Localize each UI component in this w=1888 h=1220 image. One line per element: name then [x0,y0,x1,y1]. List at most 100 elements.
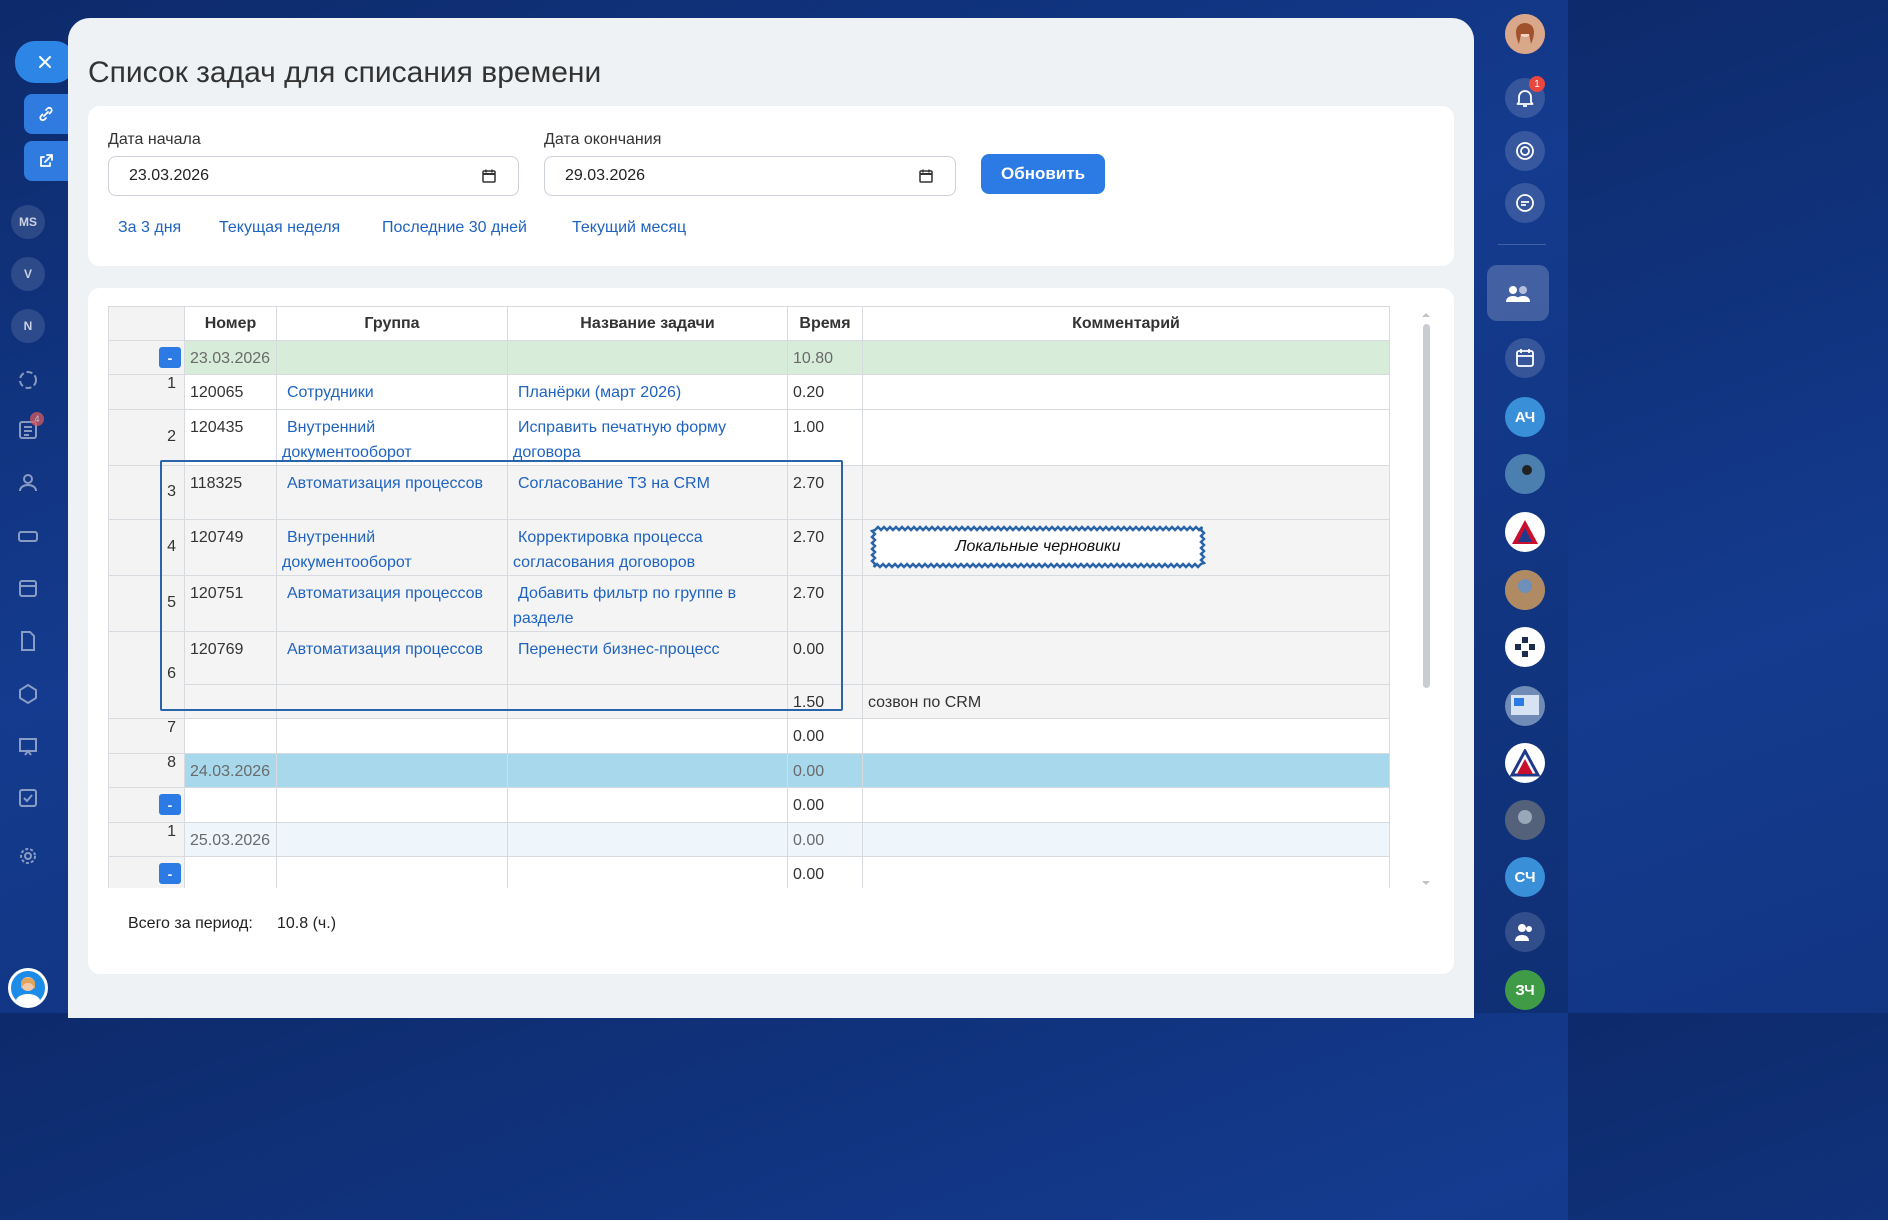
cell-task[interactable]: Исправить печатную форму договора [507,409,788,466]
group-v[interactable]: V [11,257,45,291]
scroll-down-arrow-icon[interactable] [1420,878,1432,888]
calendar-chat-button[interactable] [1505,338,1545,378]
group-link[interactable]: Автоматизация процессов [282,585,483,602]
cell-task[interactable]: Добавить фильтр по группе в разделе [507,575,788,632]
my-avatar[interactable] [1505,14,1545,54]
cell-task[interactable]: Согласование ТЗ на CRM [507,465,788,520]
collapse-button[interactable]: - [159,794,181,815]
group-ms[interactable]: MS [11,205,45,239]
cell-time[interactable]: 2.70 [787,575,863,632]
cell-comment[interactable]: созвон по CRM [862,684,1390,719]
cell-comment[interactable] [862,822,1390,857]
cell-time[interactable]: 0.00 [787,718,863,754]
group-n[interactable]: N [11,309,45,343]
column-header-task[interactable]: Название задачи [507,306,788,341]
chat-zch[interactable]: ЗЧ [1505,970,1545,1010]
group-link[interactable]: Автоматизация процессов [282,641,483,658]
cell-group[interactable]: Автоматизация процессов [276,465,508,520]
cell-group[interactable]: Автоматизация процессов [276,575,508,632]
column-header-group[interactable]: Группа [276,306,508,341]
cell-comment[interactable] [862,787,1390,823]
collapse-button[interactable]: - [159,863,181,884]
task-link[interactable]: Перенести бизнес-процесс [513,641,719,658]
chat-group-4[interactable] [1505,743,1545,783]
cell-comment[interactable] [862,718,1390,754]
cell-comment[interactable] [862,856,1390,888]
group-link[interactable]: Сотрудники [282,384,374,401]
task-link[interactable]: Согласование ТЗ на CRM [513,475,710,492]
chat-avatar-3[interactable] [1505,570,1545,610]
search-chat-button[interactable] [1505,183,1545,223]
documents-icon[interactable] [14,627,42,655]
quick-link-current-week[interactable]: Текущая неделя [219,219,340,237]
calendar-nav-icon[interactable] [14,574,42,602]
task-link[interactable]: Корректировка процесса согласования дого… [513,529,703,571]
cell-time[interactable]: 0.00 [787,787,863,823]
targets-button[interactable] [1505,131,1545,171]
column-header-number[interactable]: Номер [184,306,277,341]
chat-group-2[interactable] [1505,627,1545,667]
vertical-scrollbar[interactable] [1420,310,1432,888]
chat-avatar-4[interactable] [1505,800,1545,840]
cell-comment[interactable] [862,575,1390,632]
quick-link-current-month[interactable]: Текущий месяц [572,219,686,237]
column-header-comment[interactable]: Комментарий [862,306,1390,341]
cell-time[interactable]: 2.70 [787,465,863,520]
chat-ach[interactable]: АЧ [1505,397,1545,437]
employees-icon[interactable] [14,469,42,497]
drive-icon[interactable] [14,522,42,550]
column-header-time[interactable]: Время [787,306,863,341]
cell-time[interactable]: 2.70 [787,519,863,576]
end-date-input[interactable]: 29.03.2026 [544,156,956,196]
tasks-icon[interactable] [14,784,42,812]
sites-icon[interactable] [14,680,42,708]
task-link[interactable]: Планёрки (март 2026) [513,384,681,401]
group-link[interactable]: Внутренний документооборот [282,419,412,461]
open-lines-button[interactable] [1487,265,1549,321]
cell-comment[interactable] [862,753,1390,788]
cell-task[interactable]: Планёрки (март 2026) [507,374,788,410]
cell-task[interactable]: Перенести бизнес-процесс [507,631,788,685]
chat-group-1[interactable] [1505,512,1545,552]
open-new-window-button[interactable] [24,141,68,181]
refresh-button[interactable]: Обновить [981,154,1105,194]
quick-link-3-days[interactable]: За 3 дня [118,219,181,237]
cell-comment[interactable] [862,374,1390,410]
group-link[interactable]: Внутренний документооборот [282,529,412,571]
scroll-thumb[interactable] [1423,324,1430,688]
cell-group[interactable]: Автоматизация процессов [276,631,508,685]
cell-time[interactable]: 0.20 [787,374,863,410]
cell-time[interactable]: 0.00 [787,753,863,788]
cell-time[interactable]: 10.80 [787,340,863,375]
chat-avatar-2[interactable] [1505,454,1545,494]
cell-group[interactable]: Внутренний документооборот [276,519,508,576]
cell-task[interactable]: Корректировка процесса согласования дого… [507,519,788,576]
board-icon[interactable] [14,732,42,760]
group-link[interactable]: Автоматизация процессов [282,475,483,492]
crm-icon[interactable] [14,366,42,394]
cell-time[interactable]: 0.00 [787,856,863,888]
settings-icon[interactable] [14,842,42,870]
chat-sch[interactable]: СЧ [1505,857,1545,897]
start-date-input[interactable]: 23.03.2026 [108,156,519,196]
calendar-icon[interactable] [482,169,496,183]
close-slider-button[interactable] [15,41,75,83]
cell-time[interactable]: 1.50 [787,684,863,719]
task-link[interactable]: Исправить печатную форму договора [513,419,726,461]
chat-group-5[interactable] [1505,912,1545,952]
cell-time[interactable]: 0.00 [787,631,863,685]
copy-link-button[interactable] [24,94,68,134]
cell-time[interactable]: 1.00 [787,409,863,466]
cell-group[interactable]: Внутренний документооборот [276,409,508,466]
cell-comment[interactable] [862,465,1390,520]
cell-time[interactable]: 0.00 [787,822,863,857]
calendar-icon[interactable] [919,169,933,183]
chat-group-3[interactable] [1505,686,1545,726]
cell-comment[interactable] [862,409,1390,466]
user-avatar[interactable] [8,968,48,1008]
quick-link-last-30-days[interactable]: Последние 30 дней [382,219,527,237]
cell-comment[interactable] [862,631,1390,685]
task-link[interactable]: Добавить фильтр по группе в разделе [513,585,736,627]
collapse-button[interactable]: - [159,347,181,368]
cell-comment[interactable] [862,340,1390,375]
